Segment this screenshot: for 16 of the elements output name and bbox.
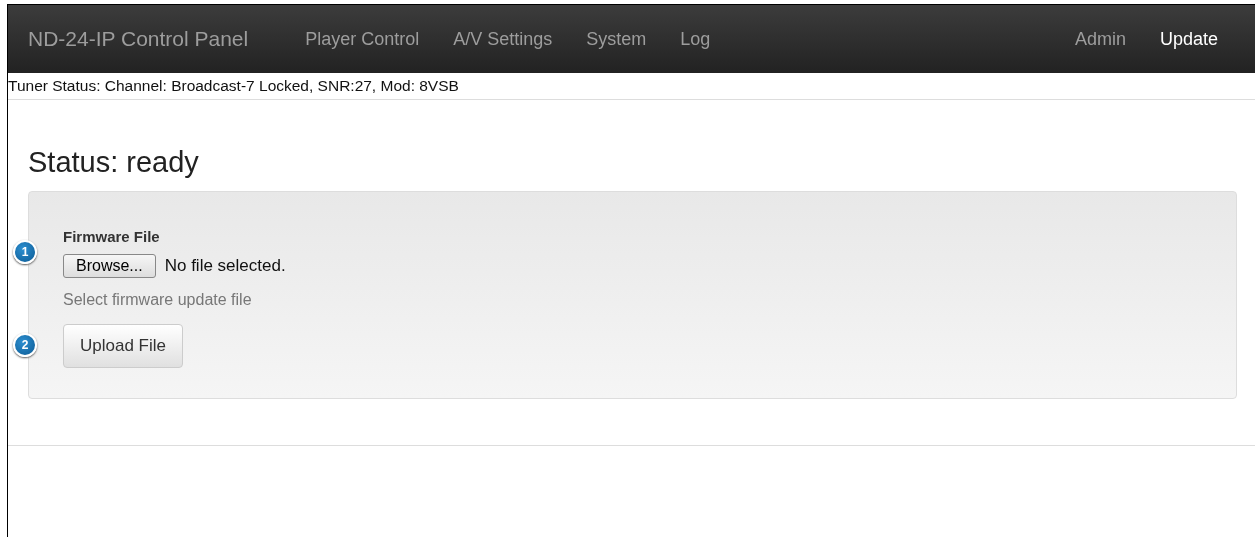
nav-link[interactable]: Log (663, 28, 728, 50)
status-heading: Status: ready (28, 146, 200, 179)
callout-marker: 2 (13, 333, 37, 357)
file-status: No file selected. (164, 256, 286, 276)
nav-link[interactable]: Player Control (288, 28, 437, 50)
browse-button[interactable]: Browse... (63, 254, 156, 278)
brand-title[interactable]: ND-24-IP Control Panel (28, 27, 249, 51)
field-label: Firmware File (63, 228, 161, 245)
nav-link[interactable]: Admin (1057, 28, 1143, 50)
tuner-status: Tuner Status: Channel: Broadcast-7 Locked, SNR:27, Mod: 8VSB (8, 73, 1255, 100)
help-text: Select firmware update file (63, 291, 253, 309)
nav-link[interactable]: A/V Settings (436, 28, 570, 50)
nav-link[interactable]: System (569, 28, 664, 50)
callout-marker: 1 (13, 240, 37, 264)
upload-button[interactable]: Upload File (63, 324, 183, 368)
nav-link[interactable]: Update (1142, 28, 1235, 50)
